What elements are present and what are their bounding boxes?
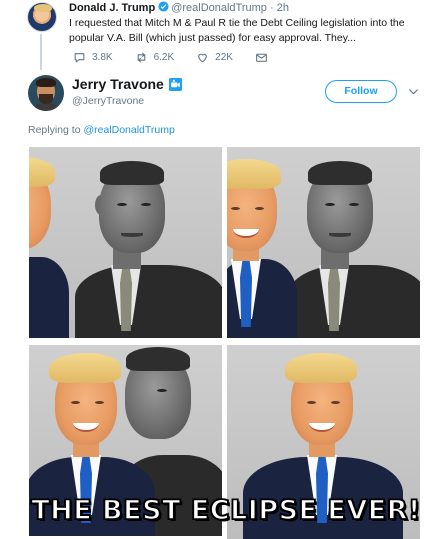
retweet-button[interactable]: 6.2K bbox=[135, 51, 175, 64]
video-camera-icon bbox=[168, 78, 182, 91]
tweet-image[interactable]: THE BEST ECLIPSE EVER! bbox=[28, 146, 424, 539]
like-icon bbox=[198, 53, 207, 62]
reply-button[interactable]: 3.8K bbox=[73, 51, 113, 64]
author-name[interactable]: Jerry Travone bbox=[72, 76, 164, 92]
header-separator: · bbox=[270, 2, 274, 14]
follow-button[interactable]: Follow bbox=[325, 80, 397, 103]
verified-badge-icon bbox=[158, 1, 169, 12]
like-button[interactable]: 22K bbox=[196, 51, 233, 64]
author-avatar[interactable] bbox=[28, 75, 64, 111]
direct-message-button[interactable] bbox=[255, 51, 274, 64]
message-icon bbox=[256, 53, 267, 62]
parent-tweet-header: Donald J. Trump @realDonaldTrump · 2h bbox=[69, 1, 289, 14]
reply-icon bbox=[74, 52, 85, 62]
parent-avatar[interactable] bbox=[27, 2, 57, 32]
author-handle[interactable]: @JerryTravone bbox=[72, 95, 144, 107]
image-panel-2 bbox=[227, 147, 420, 338]
retweet-icon bbox=[137, 52, 145, 62]
retweet-count: 6.2K bbox=[153, 51, 175, 63]
parent-tweet-time[interactable]: 2h bbox=[277, 2, 289, 14]
reply-count: 3.8K bbox=[92, 51, 113, 63]
author-name-line: Jerry Travone bbox=[72, 76, 182, 92]
thread-connector-line bbox=[40, 34, 42, 70]
replying-to-link[interactable]: @realDonaldTrump bbox=[83, 124, 174, 136]
replying-to-label: Replying to bbox=[28, 124, 81, 136]
parent-tweet-actions: 3.8K 6.2K 22K bbox=[73, 50, 296, 64]
chevron-down-icon[interactable] bbox=[407, 85, 420, 98]
parent-tweet[interactable]: Donald J. Trump @realDonaldTrump · 2h I r… bbox=[0, 0, 447, 72]
parent-tweet-text: I requested that Mitch M & Paul R tie th… bbox=[69, 17, 405, 44]
parent-author-name[interactable]: Donald J. Trump bbox=[69, 2, 155, 14]
image-caption: THE BEST ECLIPSE EVER! bbox=[30, 494, 421, 527]
image-panel-1 bbox=[29, 147, 222, 338]
parent-author-handle[interactable]: @realDonaldTrump bbox=[171, 2, 267, 14]
tweet-author-row: Jerry Travone @JerryTravone Follow bbox=[0, 72, 447, 120]
like-count: 22K bbox=[215, 51, 233, 63]
replying-to-line: Replying to @realDonaldTrump bbox=[28, 124, 175, 136]
